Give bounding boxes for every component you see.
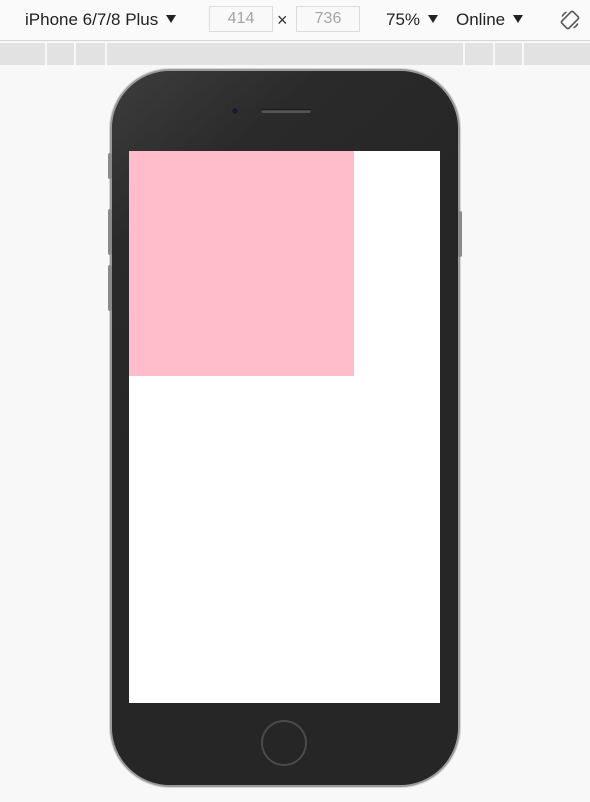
device-select-label: iPhone 6/7/8 Plus — [25, 10, 159, 29]
rotate-icon[interactable] — [559, 9, 581, 31]
width-input[interactable] — [209, 6, 273, 32]
front-camera — [232, 108, 238, 114]
device-toolbar: iPhone 6/7/8 Plus × 75% Online — [0, 0, 590, 41]
earpiece-speaker — [261, 109, 311, 113]
device-select[interactable]: iPhone 6/7/8 Plus — [25, 0, 177, 40]
caret-down-icon — [513, 14, 524, 23]
ruler-mark[interactable] — [463, 43, 465, 65]
ruler-mark[interactable] — [45, 43, 47, 65]
zoom-select-label: 75% — [386, 10, 421, 29]
home-button — [261, 720, 307, 766]
caret-down-icon — [166, 14, 177, 23]
ruler-mark[interactable] — [105, 43, 107, 65]
ruler-mark[interactable] — [522, 43, 524, 65]
pink-box — [129, 151, 354, 376]
ruler-mark[interactable] — [74, 43, 76, 65]
times-symbol: × — [277, 9, 288, 30]
mute-switch — [108, 153, 112, 179]
caret-down-icon — [428, 14, 439, 23]
iphone-device-frame — [108, 71, 462, 785]
network-select[interactable]: Online — [456, 0, 524, 40]
height-input[interactable] — [296, 6, 360, 32]
media-query-ruler — [0, 43, 590, 65]
power-button — [458, 211, 462, 257]
network-select-label: Online — [456, 10, 506, 29]
zoom-select[interactable]: 75% — [386, 0, 439, 40]
volume-down-button — [108, 265, 112, 311]
ruler-mark[interactable] — [493, 43, 495, 65]
volume-up-button — [108, 209, 112, 255]
device-screen[interactable] — [129, 151, 440, 703]
